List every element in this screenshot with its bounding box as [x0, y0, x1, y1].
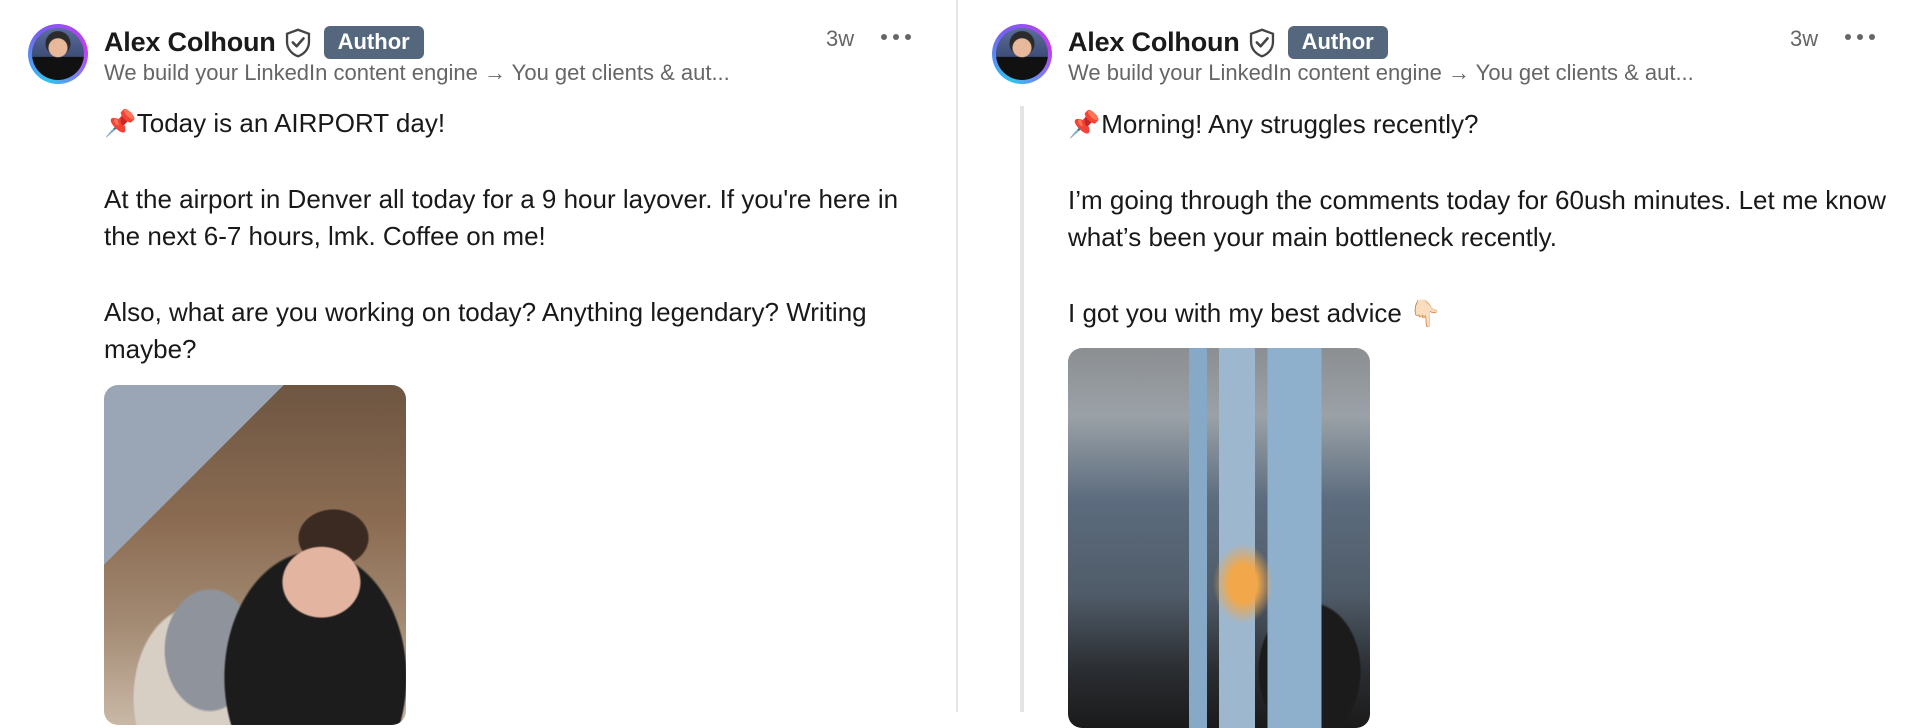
post-paragraph: At the airport in Denver all today for a… [104, 184, 899, 251]
post-body: 📌 Morning! Any struggles recently? I’m g… [1068, 106, 1898, 371]
shield-check-icon [1249, 28, 1274, 57]
more-horizontal-icon[interactable] [1845, 26, 1875, 48]
more-horizontal-icon[interactable] [881, 26, 911, 48]
thread-line [1020, 106, 1024, 712]
post-card-1: Alex Colhoun Author We build your Linked… [0, 0, 956, 725]
post-card-2: Alex Colhoun Author We build your Linked… [958, 0, 1920, 728]
author-badge: Author [323, 26, 424, 59]
post-image[interactable] [104, 385, 406, 725]
author-header: Alex Colhoun Author [104, 26, 424, 59]
avatar[interactable] [992, 24, 1052, 84]
author-name[interactable]: Alex Colhoun [104, 27, 276, 58]
avatar[interactable] [28, 24, 88, 84]
shield-check-icon [285, 28, 310, 57]
post-paragraph: I got you with my best advice 👇🏻 [1068, 298, 1442, 328]
author-header: Alex Colhoun Author [1068, 26, 1388, 59]
author-name[interactable]: Alex Colhoun [1068, 27, 1240, 58]
author-headline: We build your LinkedIn content engine → … [1068, 60, 1694, 85]
post-paragraph: Also, what are you working on today? Any… [104, 297, 867, 364]
post-image[interactable] [1068, 348, 1370, 728]
pushpin-icon: 📌 [104, 108, 137, 138]
post-paragraph: I’m going through the comments today for… [1068, 185, 1886, 252]
author-badge: Author [1287, 26, 1388, 59]
author-headline: We build your LinkedIn content engine → … [104, 60, 730, 85]
pushpin-icon: 📌 [1068, 109, 1101, 139]
post-body: 📌 Today is an AIRPORT day! At the airpor… [104, 105, 924, 407]
post-timestamp: 3w [1790, 26, 1819, 51]
pointing-down-emoji: 👇🏻 [1409, 298, 1442, 328]
post-paragraph: 📌 Morning! Any struggles recently? [1068, 106, 1898, 143]
post-timestamp: 3w [826, 26, 855, 51]
post-paragraph: 📌 Today is an AIRPORT day! [104, 105, 924, 142]
